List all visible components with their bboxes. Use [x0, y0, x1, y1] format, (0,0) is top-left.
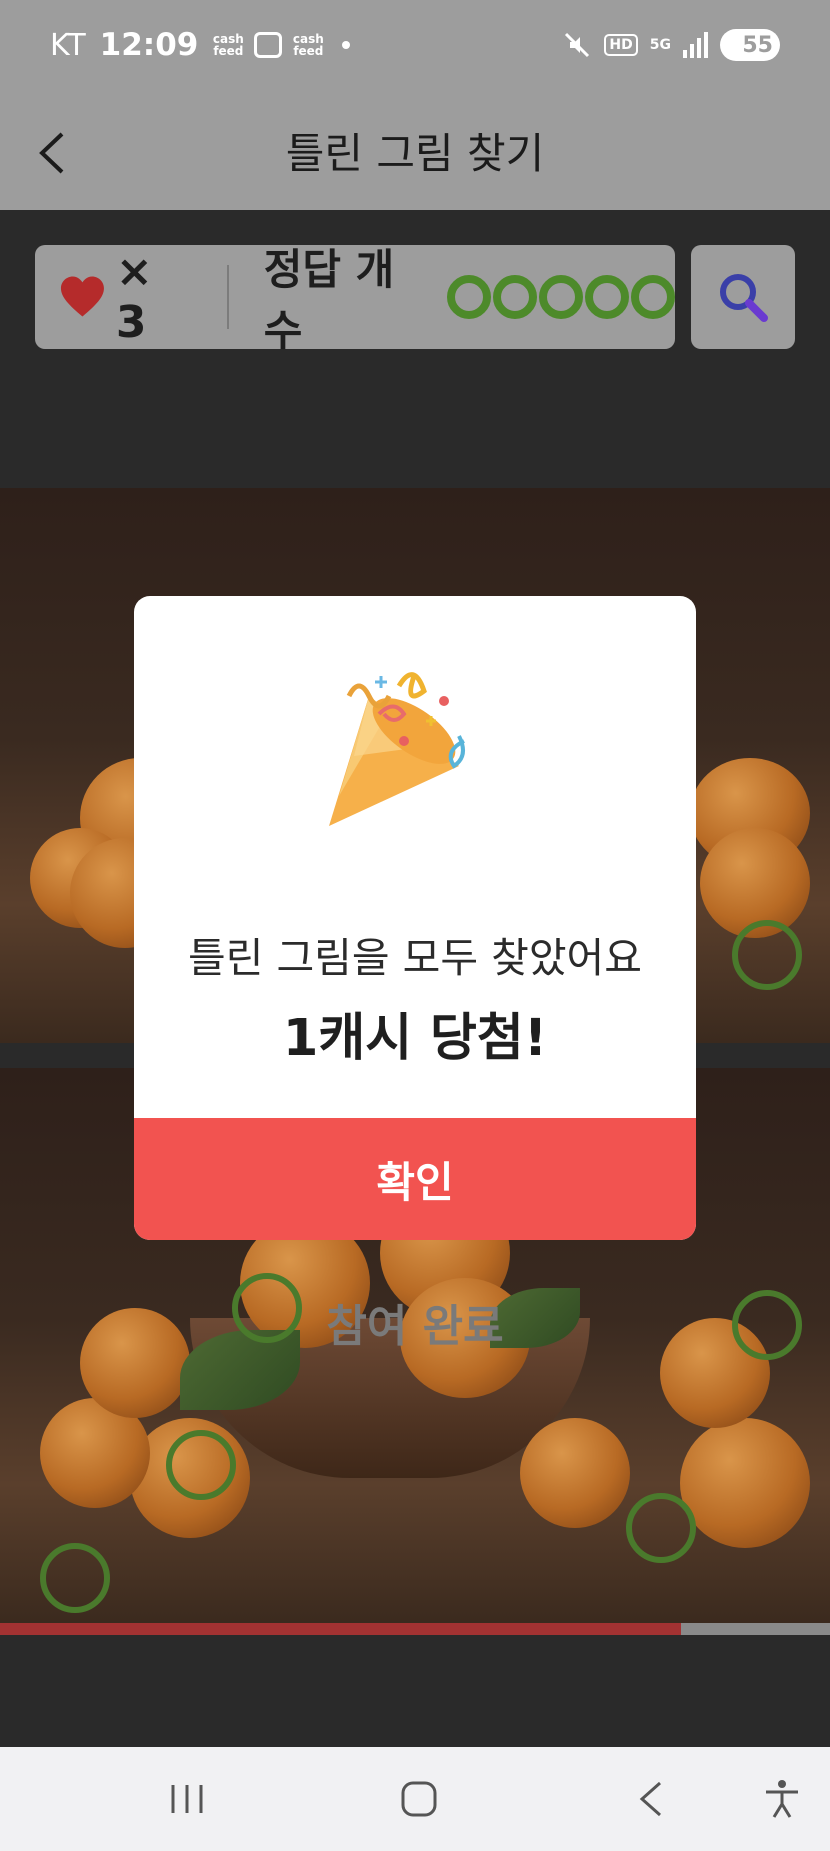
status-bar: KT 12:09 cash feed cash feed HD 5G 55: [0, 0, 830, 90]
answer-found-icon: [493, 275, 537, 319]
apricot: [520, 1418, 630, 1528]
participation-complete-label: 참여 완료: [326, 1301, 504, 1352]
dialog-message: 틀린 그림을 모두 찾았어요: [187, 934, 643, 982]
lives-count: × 3: [115, 246, 153, 348]
timer-progress-fill: [0, 1623, 681, 1635]
carrier-label: KT: [50, 27, 86, 63]
found-marker-ring: [166, 1430, 236, 1500]
back-icon[interactable]: [630, 1777, 674, 1821]
heart-icon: [60, 276, 104, 317]
found-marker-ring: [732, 920, 802, 990]
signal-icon: [683, 32, 708, 58]
cashfeed-notification-icon: cash feed: [212, 32, 244, 58]
mute-icon: [565, 32, 590, 58]
app-screen: KT 12:09 cash feed cash feed HD 5G 55 틀린…: [0, 0, 830, 1851]
home-icon[interactable]: [397, 1777, 441, 1821]
page-title: 틀린 그림 찾기: [285, 128, 545, 178]
clock: 12:09: [99, 27, 199, 63]
apricot: [680, 1418, 810, 1548]
screenshot-notification-icon: [254, 32, 283, 58]
magnifier-icon: [720, 274, 768, 322]
answer-progress: [447, 275, 675, 319]
confirm-button[interactable]: 확인: [134, 1118, 696, 1240]
hint-button[interactable]: [691, 245, 795, 349]
reward-text: 1캐시 당첨!: [282, 1009, 548, 1068]
battery-icon: 55: [720, 29, 780, 61]
found-marker-ring: [626, 1493, 696, 1563]
cashfeed-notification-icon-2: cash feed: [292, 32, 324, 58]
divider: [226, 265, 229, 329]
answer-found-icon: [447, 275, 491, 319]
network-5g-icon: 5G: [649, 37, 671, 53]
chevron-left-icon[interactable]: [32, 128, 72, 178]
answer-found-icon: [631, 275, 675, 319]
status-icons: HD 5G 55: [562, 29, 780, 61]
more-notifications-icon: [342, 41, 351, 49]
answer-found-icon: [585, 275, 629, 319]
timer-progress-bar: [0, 1623, 830, 1635]
answer-count-label: 정답 개수: [263, 245, 395, 355]
found-marker-ring: [40, 1543, 110, 1613]
success-dialog: 틀린 그림을 모두 찾았어요 1캐시 당첨! 확인: [134, 596, 696, 1240]
answer-found-icon: [539, 275, 583, 319]
app-header: 틀린 그림 찾기: [0, 90, 830, 210]
score-card: × 3 정답 개수: [35, 245, 675, 355]
party-popper-icon: [329, 672, 465, 826]
accessibility-icon[interactable]: [760, 1777, 804, 1821]
hd-voice-icon: HD: [604, 34, 638, 56]
system-nav-bar: [0, 1747, 830, 1851]
recent-apps-icon[interactable]: [165, 1777, 209, 1821]
battery-level: 55: [742, 32, 773, 58]
